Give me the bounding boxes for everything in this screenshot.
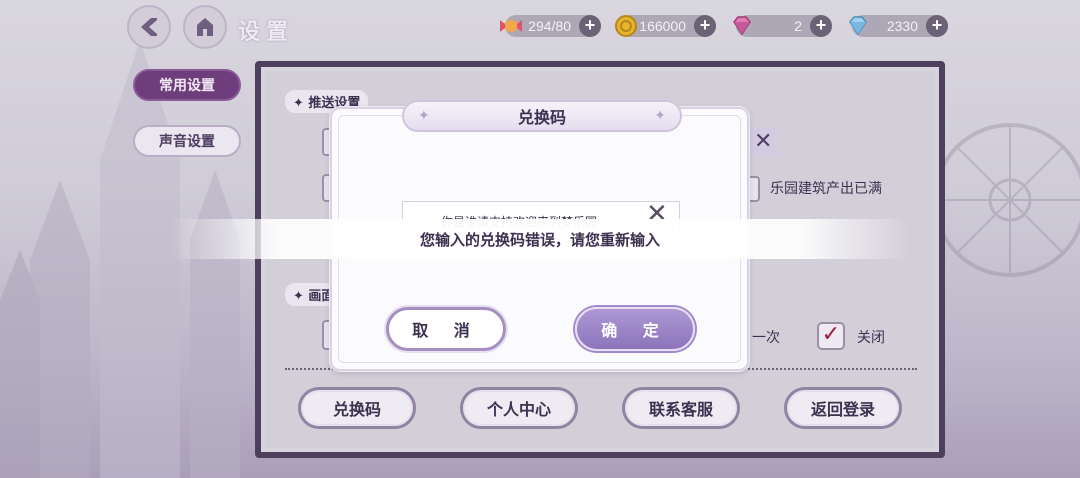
top-bar: 设置 294/80 + 166000 + 2 + 2330 +	[0, 0, 1080, 56]
close-checkbox[interactable]: ✓	[817, 322, 845, 350]
sparkle-icon: ✦	[418, 108, 430, 124]
add-pink-gem-button[interactable]: +	[810, 15, 832, 37]
notice-label: 乐园建筑产出已满	[770, 181, 882, 197]
resource-coin: 166000 +	[615, 15, 716, 37]
toast-message: 您输入的兑换码错误，请您重新输入	[419, 230, 660, 249]
once-label: 一次	[752, 330, 780, 346]
pink-diamond-icon	[733, 16, 751, 36]
coin-value: 166000	[639, 18, 686, 34]
sparkle-icon: ✦	[654, 108, 666, 124]
redeem-code-button[interactable]: 兑换码	[298, 387, 416, 429]
tab-general-settings[interactable]: 常用设置	[133, 69, 241, 101]
back-arrow-icon	[141, 18, 157, 36]
personal-center-button[interactable]: 个人中心	[460, 387, 578, 429]
resource-candy: 294/80 +	[500, 15, 601, 37]
add-coin-button[interactable]: +	[694, 15, 716, 37]
page-title: 设置	[238, 19, 295, 45]
resource-blue-gem: 2330 +	[849, 15, 948, 37]
confirm-button[interactable]: 确 定	[575, 307, 695, 351]
resource-pink-gem: 2 +	[733, 15, 832, 37]
back-button[interactable]	[127, 5, 171, 49]
castle-home-icon	[197, 18, 213, 36]
ferris-wheel-background	[933, 123, 1080, 277]
candy-value: 294/80	[528, 18, 571, 34]
tab-sound-settings[interactable]: 声音设置	[133, 125, 241, 157]
add-candy-button[interactable]: +	[579, 15, 601, 37]
pink-gem-value: 2	[794, 18, 802, 34]
contact-service-button[interactable]: 联系客服	[622, 387, 740, 429]
add-blue-gem-button[interactable]: +	[926, 15, 948, 37]
coin-icon	[615, 15, 637, 37]
dialog-title: 兑换码	[517, 108, 566, 127]
blue-gem-value: 2330	[886, 18, 918, 34]
checkmark-icon: ✓	[821, 322, 841, 347]
cancel-button[interactable]: 取 消	[386, 307, 506, 351]
close-label: 关闭	[857, 330, 885, 346]
error-toast: 您输入的兑换码错误，请您重新输入	[170, 219, 910, 259]
home-button[interactable]	[183, 5, 227, 49]
blue-diamond-icon	[849, 16, 867, 36]
dialog-header: ✦ 兑换码 ✦	[402, 100, 682, 132]
return-login-button[interactable]: 返回登录	[784, 387, 902, 429]
candy-icon	[500, 20, 522, 32]
